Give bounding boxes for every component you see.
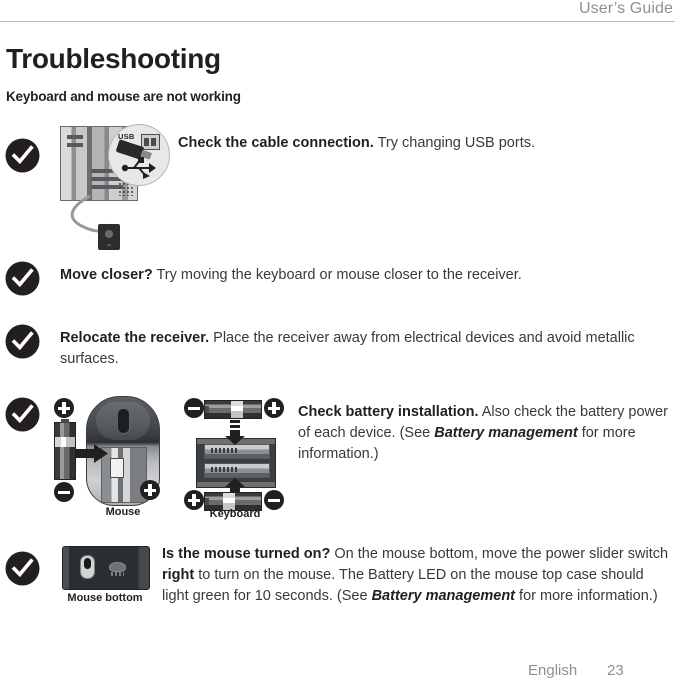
page-header: User’s Guide [0,0,675,22]
figure-mouse-bottom: Mouse bottom [62,546,152,604]
keyboard-bottom-minus-terminal-icon [264,490,284,510]
mouse-bottom-image [62,546,150,590]
figure-mouse-battery: Mouse [54,396,182,528]
tip-battery-installation-lead: Check battery installation. [298,404,479,420]
tip-move-closer-text: Move closer? Try moving the keyboard or … [60,265,670,286]
usb-receiver-image [98,224,120,250]
footer-language: English [528,662,578,679]
tip-mouse-power-emphasis-inline: right [162,567,195,583]
keyboard-bottom-plus-terminal-icon [184,490,204,510]
mouse-case-plus-terminal-icon [140,480,160,500]
mouse-battery-minus-terminal-icon [54,482,74,502]
tip-cable-connection-text: Check the cable connection. Try changing… [178,133,668,154]
section-title: Keyboard and mouse are not working [6,89,241,104]
header-title: User’s Guide [579,0,673,17]
mouse-sensor-icon [109,562,126,576]
check-badge-cable-connection [5,138,40,173]
footer-page-number: 23 [607,662,624,679]
mouse-aa-battery [54,419,76,480]
mouse-battery-plus-terminal-icon [54,398,74,418]
keyboard-figure-label: Keyboard [209,508,261,520]
tip-move-closer-body: Try moving the keyboard or mouse closer … [152,267,522,283]
header-divider [0,21,675,22]
tip-cable-connection-body: Try changing USB ports. [373,135,535,151]
keyboard-insert-arrow-down-icon [225,420,245,445]
check-badge-move-closer [5,261,40,296]
mouse-insert-arrow-icon [76,444,108,463]
mouse-power-slider-switch [80,555,95,579]
keyboard-top-plus-terminal-icon [264,398,284,418]
figure-keyboard-battery: Keyboard [182,396,288,528]
tip-move-closer-lead: Move closer? [60,267,153,283]
tip-mouse-power-body-3: for more information.) [515,588,658,604]
tip-battery-installation-emphasis: Battery management [434,425,578,441]
mouse-bottom-figure-label: Mouse bottom [67,592,143,604]
mouse-figure-label: Mouse [105,506,141,518]
tip-mouse-power-emphasis: Battery management [371,588,516,604]
figure-pc-usb-cable: USB [56,124,171,254]
keyboard-top-minus-terminal-icon [184,398,204,418]
tip-mouse-power-lead: Is the mouse turned on? [162,546,331,562]
tip-relocate-receiver-text: Relocate the receiver. Place the receive… [60,328,675,370]
tip-mouse-power-body-1: On the mouse bottom, move the power slid… [330,546,669,562]
keyboard-aa-battery-top [204,400,262,419]
check-badge-relocate-receiver [5,324,40,359]
mouse-scroll-wheel [117,408,130,434]
check-badge-battery-installation [5,397,40,432]
tip-mouse-power-text: Is the mouse turned on? On the mouse bot… [162,544,670,607]
tip-relocate-receiver-lead: Relocate the receiver. [60,330,210,346]
tip-battery-installation-text: Check battery installation. Also check t… [298,402,670,465]
tip-cable-connection-lead: Check the cable connection. [178,135,374,151]
check-badge-mouse-power [5,551,40,586]
page-title: Troubleshooting [6,43,221,74]
